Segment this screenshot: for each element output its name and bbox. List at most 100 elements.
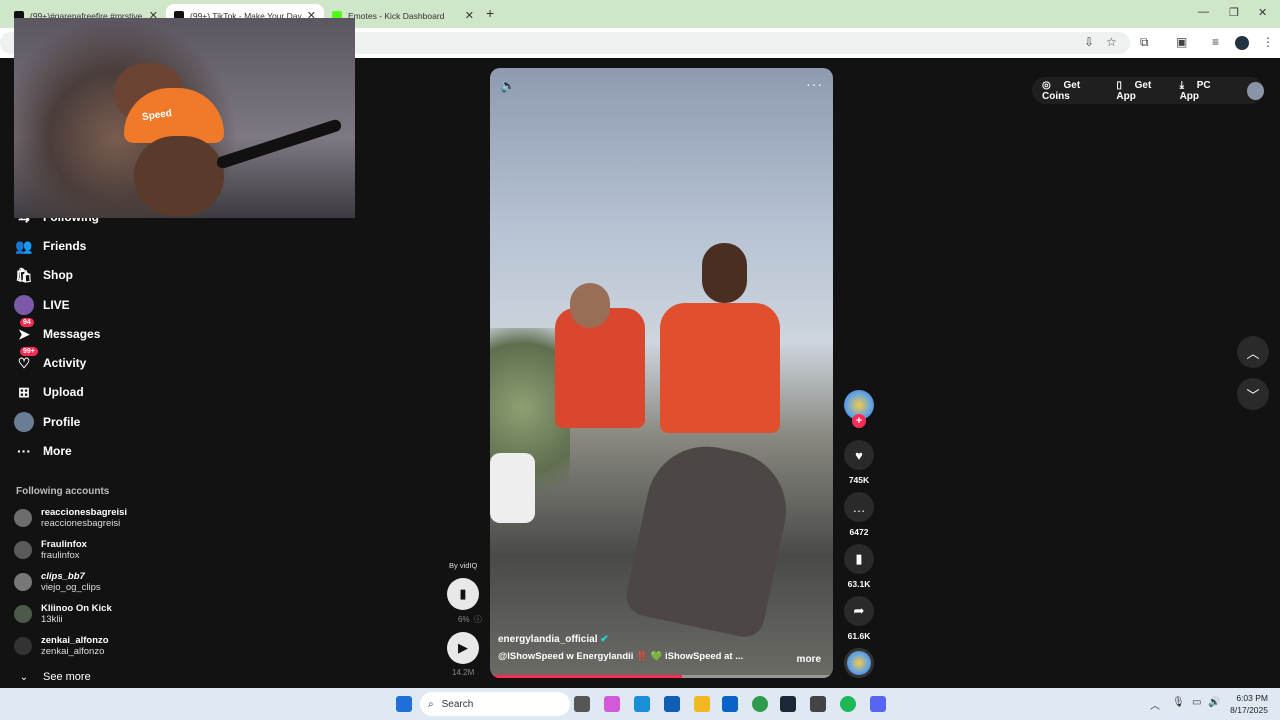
heart-icon[interactable]: ♥	[844, 440, 874, 470]
search-icon: ⌕	[428, 698, 434, 710]
sidebar-item-live[interactable]: LIVE	[14, 294, 70, 316]
following-account[interactable]: reaccionesbagreisi reaccionesbagreisi	[14, 504, 127, 532]
video-sock	[490, 453, 535, 523]
get-app-button[interactable]: ▯ Get App	[1116, 80, 1169, 102]
taskbar-search[interactable]: ⌕ Search	[420, 692, 570, 716]
play-button[interactable]: ▶	[447, 632, 479, 664]
store-icon[interactable]	[664, 696, 680, 712]
see-more-label: See more	[43, 671, 91, 683]
previous-video-button[interactable]: ︿	[1237, 336, 1269, 368]
author-name: energylandia_official	[498, 634, 598, 645]
info-icon[interactable]: ⓘ	[474, 614, 482, 625]
windows-start-icon[interactable]	[396, 696, 412, 712]
vidiq-stats-button[interactable]: ▮	[447, 578, 479, 610]
discord-icon[interactable]	[870, 696, 886, 712]
more-link[interactable]: more	[797, 654, 821, 665]
obs-icon[interactable]	[810, 696, 826, 712]
sidebar-item-shop[interactable]: 🛍 Shop	[14, 264, 73, 286]
screen: (99+)#garenafreefire #mrstive... ✕ (99+)…	[0, 0, 1280, 720]
close-window-icon[interactable]: ✕	[1258, 6, 1267, 19]
vidiq-byline: By vidIQ	[449, 561, 478, 570]
display-icon[interactable]: ▭	[1192, 697, 1201, 708]
video-description: @IShowSpeed w Energylandii ‼️ 💚 iShowSpe…	[498, 651, 744, 662]
file-explorer-icon[interactable]	[694, 696, 710, 712]
like-count: 745K	[848, 475, 870, 485]
sidebar-item-messages[interactable]: ➤ 94 Messages	[14, 318, 100, 345]
close-icon[interactable]: ✕	[465, 9, 474, 22]
account-handle: 13klii	[41, 614, 63, 625]
friends-icon: 👥	[15, 237, 33, 254]
volume-icon[interactable]: 🔈	[500, 78, 516, 94]
account-name: Fraulinfox	[41, 539, 87, 550]
music-disc[interactable]	[844, 648, 874, 678]
get-coins-button[interactable]: ◎ Get Coins	[1042, 80, 1106, 102]
share-action[interactable]: ➦ 61.6K	[844, 596, 874, 641]
user-avatar[interactable]	[1247, 81, 1264, 100]
account-name: reaccionesbagreisi	[41, 507, 128, 518]
avatar	[14, 541, 32, 559]
task-view-icon[interactable]	[574, 696, 590, 712]
extensions-icon[interactable]: ⧉	[1140, 35, 1149, 50]
side-panel-icon[interactable]: ▣	[1176, 35, 1187, 49]
save-action[interactable]: ▮ 63.1K	[844, 544, 874, 589]
bookmark-icon[interactable]: ▮	[844, 544, 874, 574]
microphone-icon[interactable]: 🎙	[1172, 697, 1185, 708]
sidebar-item-more[interactable]: ··· More	[14, 440, 72, 462]
webcam-face	[134, 136, 224, 216]
chrome-icon[interactable]	[752, 696, 768, 712]
steam-icon[interactable]	[780, 696, 796, 712]
following-account[interactable]: Kliinoo On Kick 13klii	[14, 600, 112, 628]
profile-avatar[interactable]	[1235, 36, 1249, 50]
clock-time: 6:03 PM	[1236, 693, 1268, 703]
sidebar-item-friends[interactable]: 👥 Friends	[14, 235, 86, 257]
video-progress-bar[interactable]	[490, 675, 833, 678]
tab-title: Emotes - Kick Dashboard	[348, 11, 445, 21]
copilot-icon[interactable]	[604, 696, 620, 712]
video-player[interactable]: 🔈 ··· energylandia_official ✔ @IShowSpee…	[490, 68, 833, 678]
bookmark-star-icon[interactable]: ☆	[1106, 35, 1117, 49]
taskbar-clock[interactable]: 6:03 PM 8/17/2025	[1230, 692, 1268, 716]
edge-icon[interactable]	[634, 696, 650, 712]
comment-count: 6472	[849, 527, 869, 537]
like-action[interactable]: ♥ 745K	[844, 440, 874, 485]
avatar	[14, 637, 32, 655]
video-author[interactable]: energylandia_official ✔	[498, 634, 828, 645]
install-icon[interactable]: ⇩	[1084, 35, 1094, 49]
restore-icon[interactable]: ❐	[1229, 6, 1239, 19]
account-handle: viejo_og_clips	[41, 582, 101, 593]
follow-button[interactable]: +	[852, 414, 866, 428]
sidebar-item-profile[interactable]: Profile	[14, 411, 80, 433]
sidebar-item-activity[interactable]: ♡ 99+ Activity	[14, 347, 86, 374]
account-handle: reaccionesbagreisi	[41, 518, 121, 529]
sidebar-item-upload[interactable]: ⊞ Upload	[14, 381, 84, 403]
sidebar-item-label: Shop	[43, 268, 73, 282]
see-more-button[interactable]: ⌄ See more	[14, 666, 91, 688]
activity-icon: ♡ 99+	[14, 347, 38, 373]
menu-icon[interactable]: ⋮	[1262, 35, 1274, 49]
live-icon	[14, 295, 34, 315]
video-rider-left	[555, 308, 645, 428]
following-account[interactable]: clips_bb7 viejo_og_clips	[14, 568, 101, 596]
comment-action[interactable]: … 6472	[844, 492, 874, 537]
spotify-icon[interactable]	[840, 696, 856, 712]
pc-app-button[interactable]: ⤓ PC App	[1180, 80, 1230, 102]
share-icon[interactable]: ➦	[844, 596, 874, 626]
media-icon[interactable]: ≡	[1212, 35, 1219, 49]
account-name: Kliinoo On Kick	[41, 603, 112, 614]
more-options-icon[interactable]: ···	[806, 76, 823, 92]
new-tab-button[interactable]: +	[486, 5, 494, 21]
video-rider-right	[660, 303, 780, 433]
next-video-button[interactable]: ﹀	[1237, 378, 1269, 410]
share-count: 61.6K	[847, 631, 871, 641]
outlook-icon[interactable]	[722, 696, 738, 712]
sidebar-item-label: Upload	[43, 385, 84, 399]
following-account[interactable]: Fraulinfox fraulinfox	[14, 536, 87, 564]
account-name: clips_bb7	[41, 571, 85, 582]
volume-icon[interactable]: 🔊	[1208, 697, 1220, 708]
comment-icon[interactable]: …	[844, 492, 874, 522]
get-app-label: Get App	[1116, 79, 1152, 102]
chevron-up-icon[interactable]: ︿	[1150, 697, 1160, 712]
search-label: Search	[441, 698, 474, 710]
minimize-icon[interactable]: —	[1198, 6, 1209, 18]
following-account[interactable]: zenkai_alfonzo zenkai_alfonzo	[14, 632, 109, 660]
